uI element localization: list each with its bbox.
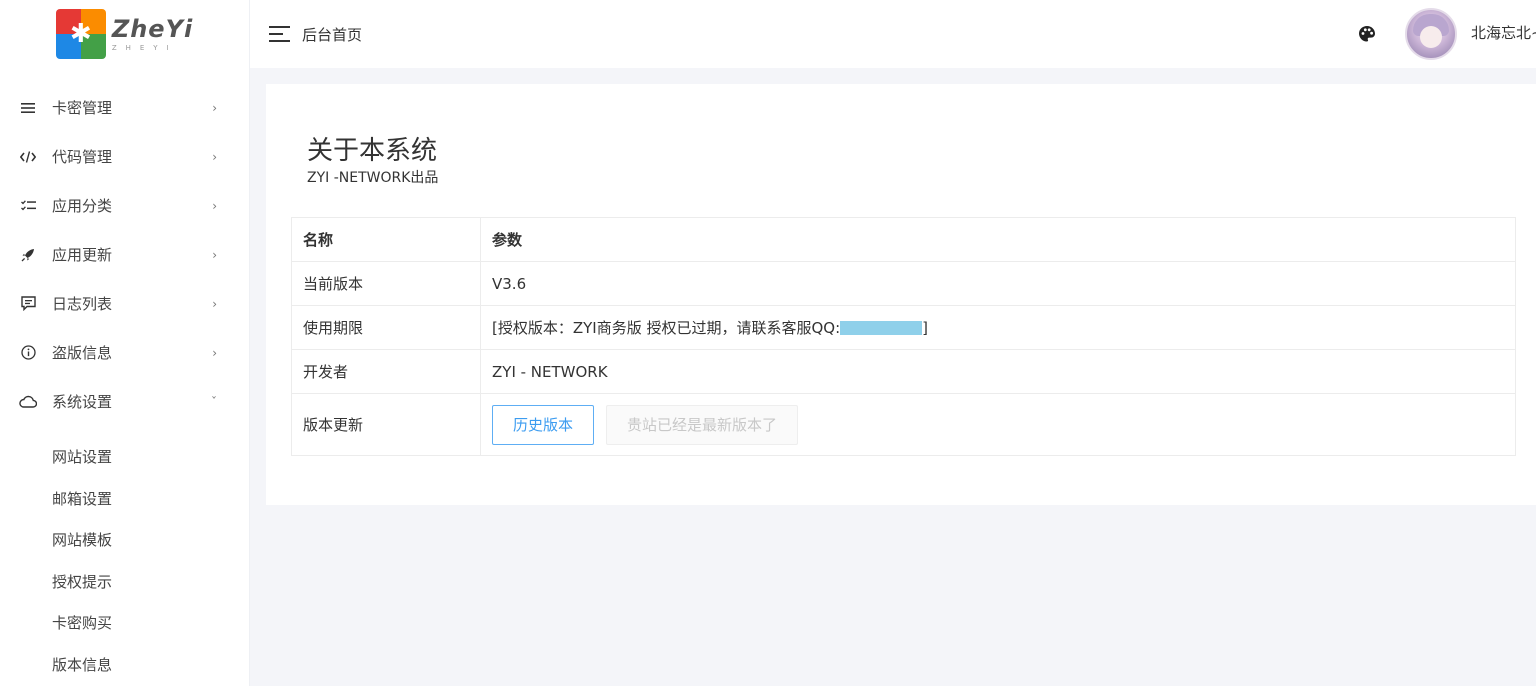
chevron-down-icon: ˇ <box>211 394 217 409</box>
chevron-right-icon: › <box>212 345 217 360</box>
submenu-item-site-settings[interactable]: 网站设置 <box>0 436 249 478</box>
row-name-developer: 开发者 <box>291 349 481 394</box>
sidebar-item-app-category[interactable]: 应用分类 › <box>0 181 249 230</box>
sidebar-item-card-management[interactable]: 卡密管理 › <box>0 83 249 132</box>
sidebar-item-label: 代码管理 <box>52 148 113 166</box>
sidebar-item-label: 日志列表 <box>52 295 113 313</box>
submenu-item-site-template[interactable]: 网站模板 <box>0 519 249 561</box>
redacted-qq-mask <box>840 321 923 335</box>
top-header: 后台首页 北海忘北~ <box>250 0 1536 68</box>
latest-version-button: 贵站已经是最新版本了 <box>606 404 799 445</box>
row-value-term: [授权版本：ZYI商务版 授权已过期，请联系客服QQ:] <box>480 305 1516 350</box>
row-value-version: V3.6 <box>480 261 1516 306</box>
submenu-item-auth-notice[interactable]: 授权提示 <box>0 561 249 603</box>
checklist-icon <box>18 199 38 212</box>
table-row: 版本更新 历史版本 贵站已经是最新版本了 <box>291 393 1516 456</box>
table-header-name: 名称 <box>291 217 481 262</box>
sidebar-menu: 卡密管理 › 代码管理 › 应用分类 › 应用更新 › 日志列表 › 盗版信息 … <box>0 83 249 426</box>
code-icon <box>18 150 38 163</box>
logo[interactable]: ✱ ZheYi ZHEYI <box>55 9 194 59</box>
comment-icon <box>18 296 38 311</box>
table-row: 使用期限 [授权版本：ZYI商务版 授权已过期，请联系客服QQ:] <box>291 305 1516 350</box>
sidebar-item-label: 卡密管理 <box>52 99 113 117</box>
page-title: 关于本系统 <box>307 136 438 166</box>
info-icon <box>18 345 38 360</box>
sidebar-item-system-settings[interactable]: 系统设置 ˇ <box>0 377 249 426</box>
table-header-row: 名称 参数 <box>291 217 1516 262</box>
row-value-developer: ZYI - NETWORK <box>480 349 1516 394</box>
submenu-item-version-info[interactable]: 版本信息 <box>0 644 249 686</box>
username[interactable]: 北海忘北~ <box>1471 22 1536 43</box>
table-row: 开发者 ZYI - NETWORK <box>291 349 1516 394</box>
submenu-item-card-purchase[interactable]: 卡密购买 <box>0 602 249 644</box>
palette-icon[interactable] <box>1355 22 1379 46</box>
sidebar-item-app-update[interactable]: 应用更新 › <box>0 230 249 279</box>
logo-mark-icon: ✱ <box>55 9 106 59</box>
sidebar-item-piracy-info[interactable]: 盗版信息 › <box>0 328 249 377</box>
menu-toggle-icon[interactable] <box>269 26 290 42</box>
logo-title: ZheYi <box>111 15 194 43</box>
table-row: 当前版本 V3.6 <box>291 261 1516 306</box>
sidebar-item-label: 应用更新 <box>52 246 113 264</box>
chevron-right-icon: › <box>212 149 217 164</box>
row-value-update: 历史版本 贵站已经是最新版本了 <box>480 393 1516 456</box>
sidebar: ✱ ZheYi ZHEYI 卡密管理 › 代码管理 › 应用分类 › 应用更新 … <box>0 0 250 686</box>
sidebar-item-label: 系统设置 <box>52 393 113 411</box>
row-name-term: 使用期限 <box>291 305 481 350</box>
chevron-right-icon: › <box>212 247 217 262</box>
breadcrumb-home[interactable]: 后台首页 <box>302 24 362 45</box>
list-icon <box>18 102 38 114</box>
logo-subtitle: ZHEYI <box>111 44 178 52</box>
sidebar-item-label: 应用分类 <box>52 197 113 215</box>
license-status-text: [授权版本：ZYI商务版 授权已过期，请联系客服QQ: <box>492 319 841 337</box>
row-name-version: 当前版本 <box>291 261 481 306</box>
page-subtitle: ZYI -NETWORK出品 <box>307 170 439 186</box>
cloud-icon <box>18 395 38 408</box>
sidebar-item-log-list[interactable]: 日志列表 › <box>0 279 249 328</box>
history-version-button[interactable]: 历史版本 <box>492 404 595 445</box>
license-status-suffix: ] <box>922 319 929 337</box>
chevron-right-icon: › <box>212 198 217 213</box>
about-card: 关于本系统 ZYI -NETWORK出品 名称 参数 当前版本 V3.6 使用期… <box>266 84 1536 505</box>
sidebar-item-label: 盗版信息 <box>52 344 113 362</box>
sidebar-item-code-management[interactable]: 代码管理 › <box>0 132 249 181</box>
table-header-param: 参数 <box>480 217 1516 262</box>
settings-submenu: 网站设置 邮箱设置 网站模板 授权提示 卡密购买 版本信息 <box>0 426 249 685</box>
row-name-update: 版本更新 <box>291 393 481 456</box>
rocket-icon <box>18 248 38 262</box>
chevron-right-icon: › <box>212 296 217 311</box>
chevron-right-icon: › <box>212 100 217 115</box>
submenu-item-mail-settings[interactable]: 邮箱设置 <box>0 478 249 520</box>
logo-area: ✱ ZheYi ZHEYI <box>0 0 249 68</box>
avatar[interactable] <box>1405 8 1457 60</box>
system-info-table: 名称 参数 当前版本 V3.6 使用期限 [授权版本：ZYI商务版 授权已过期，… <box>291 217 1516 456</box>
